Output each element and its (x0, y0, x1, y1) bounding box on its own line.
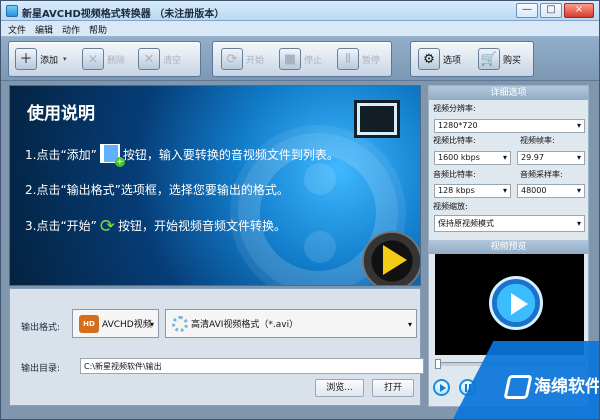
video-resolution-label: 视频分辨率: (433, 104, 476, 113)
output-format-label: 输出格式: (21, 323, 61, 333)
video-resolution-select[interactable]: 1280*720 (434, 119, 585, 133)
output-directory-label: 输出目录: (21, 364, 61, 374)
step-1-suffix: 按钮，输入要转换的音视频文件到列表。 (122, 148, 339, 162)
video-bitrate-label: 视频比特率: (433, 136, 476, 145)
options-button[interactable]: ⚙ 选项 (414, 44, 461, 74)
output-directory-input[interactable]: C:\新星视频软件\输出 (80, 358, 424, 374)
video-fps-select[interactable]: 29.97 (517, 151, 585, 165)
instructions-banner: 使用说明 1.点击“添加” + 按钮，输入要转换的音视频文件到列表。 2.点击“输出… (9, 85, 421, 286)
play-triangle-icon (383, 245, 407, 275)
pause-bars-icon: Ⅱ (337, 48, 359, 70)
format-category-select[interactable]: HD AVCHD视频 ▾ (72, 309, 159, 338)
add-video-icon: + (99, 144, 125, 167)
audio-sample-rate-select[interactable]: 48000 (517, 184, 585, 198)
settings-gear-icon: ⚙ (418, 48, 440, 70)
maximize-button[interactable]: □ (540, 3, 562, 18)
delete-button[interactable]: × 删除 (78, 44, 125, 74)
video-scale-label: 视频缩放: (433, 202, 468, 211)
audio-bitrate-select[interactable]: 128 kbps (434, 184, 511, 198)
open-button[interactable]: 打开 (372, 379, 414, 397)
preview-play-icon[interactable] (489, 276, 543, 330)
pause-button[interactable]: Ⅱ 暂停 (333, 44, 380, 74)
watermark-logo-icon (503, 375, 533, 399)
step-3-suffix: 按钮，开始视频音频文件转换。 (117, 219, 286, 233)
chevron-down-icon: ▾ (407, 320, 412, 329)
refresh-start-icon: ⟳ (221, 48, 243, 70)
video-fps-label: 视频帧率: (520, 136, 555, 145)
chevron-down-icon: ▾ (149, 320, 154, 329)
step-1-prefix: 1.点击“添加” (25, 148, 97, 162)
app-toolbar-group: ⚙ 选项 🛒 购买 (410, 41, 534, 77)
minimize-button[interactable]: — (516, 3, 538, 18)
window-title: 新星AVCHD视频格式转换器 （未注册版本） (22, 9, 225, 20)
add-file-icon: ＋ (15, 48, 37, 70)
title-bar: 新星AVCHD视频格式转换器 （未注册版本） — □ × (1, 1, 599, 21)
menu-help[interactable]: 帮助 (89, 23, 107, 36)
format-icon (172, 315, 188, 332)
seek-handle[interactable] (435, 359, 441, 369)
add-button[interactable]: ＋添加 ▾ (11, 44, 67, 74)
start-refresh-icon: ⟳ (99, 216, 115, 237)
app-icon (6, 5, 18, 17)
audio-sample-rate-label: 音频采样率: (520, 170, 563, 179)
clear-button[interactable]: ✕ 清空 (134, 44, 181, 74)
step-3-prefix: 3.点击“开始” (25, 219, 97, 233)
play-disc-icon (362, 231, 420, 285)
instruction-step-3: 3.点击“开始” ⟳ 按钮，开始视频音频文件转换。 (25, 216, 286, 237)
close-button[interactable]: × (564, 3, 594, 18)
clear-files-icon: ✕ (138, 48, 160, 70)
format-category-value: AVCHD视频 (102, 320, 152, 330)
conversion-toolbar-group: ⟳ 开始 ■ 停止 Ⅱ 暂停 (212, 41, 392, 77)
app-window: 新星AVCHD视频格式转换器 （未注册版本） — □ × 文件 编辑 动作 帮助… (0, 0, 600, 420)
browse-button[interactable]: 浏览... (315, 379, 364, 397)
film-strip-graphic (357, 103, 397, 135)
start-button[interactable]: ⟳ 开始 (217, 44, 264, 74)
stop-square-icon: ■ (279, 48, 301, 70)
video-bitrate-select[interactable]: 1600 kbps (434, 151, 511, 165)
shopping-cart-icon: 🛒 (478, 48, 500, 70)
preview-header: 视频预览 (429, 240, 588, 254)
buy-button[interactable]: 🛒 购买 (474, 44, 521, 74)
instructions-title: 使用说明 (27, 104, 95, 124)
menu-file[interactable]: 文件 (8, 23, 26, 36)
output-format-select[interactable]: 高清AVI视频格式（*.avi） ▾ (165, 309, 417, 338)
menu-edit[interactable]: 编辑 (35, 23, 53, 36)
menu-action[interactable]: 动作 (62, 23, 80, 36)
output-panel: 输出格式: HD AVCHD视频 ▾ 高清AVI视频格式（*.avi） ▾ 输出… (9, 288, 424, 406)
stop-button[interactable]: ■ 停止 (275, 44, 322, 74)
plus-icon: + (114, 157, 125, 167)
hd-video-icon: HD (79, 314, 99, 333)
video-scale-select[interactable]: 保持原视频模式 (434, 215, 585, 232)
instruction-step-2: 2.点击“输出格式”选项框，选择您要输出的格式。 (25, 183, 289, 197)
preview-play-button[interactable] (433, 379, 450, 396)
file-toolbar-group: ＋添加 ▾ × 删除 ✕ 清空 (8, 41, 201, 77)
audio-bitrate-label: 音频比特率: (433, 170, 476, 179)
chevron-down-icon: ▾ (63, 55, 67, 63)
menu-bar: 文件 编辑 动作 帮助 (1, 21, 599, 37)
video-preview-screen (435, 254, 584, 355)
output-format-value: 高清AVI视频格式（*.avi） (191, 320, 299, 330)
settings-header: 详细选项 (429, 86, 588, 100)
watermark-text: 海绵软件 (534, 377, 600, 397)
instruction-step-1: 1.点击“添加” + 按钮，输入要转换的音视频文件到列表。 (25, 144, 339, 167)
toolbar: ＋添加 ▾ × 删除 ✕ 清空 ⟳ 开始 ■ 停止 Ⅱ 暂停 ⚙ 选项 🛒 购买 (1, 37, 599, 81)
delete-file-icon: × (82, 48, 104, 70)
